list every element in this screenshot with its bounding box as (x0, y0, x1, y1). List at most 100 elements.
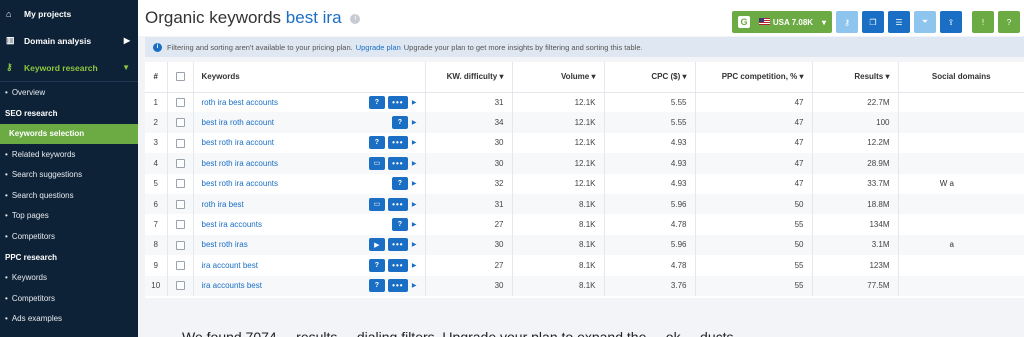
row-checkbox[interactable] (175, 199, 185, 209)
info-side-button[interactable]: ? (998, 11, 1020, 33)
more-options-icon[interactable]: ••• (387, 156, 408, 170)
row-checkbox-cell[interactable] (167, 214, 194, 235)
row-checkbox[interactable] (175, 159, 185, 169)
ppc-cell: 47 (695, 173, 813, 194)
alert-button[interactable]: ! (972, 11, 994, 33)
more-options-icon[interactable]: ••• (387, 279, 408, 293)
export-button[interactable]: ⇪ (940, 11, 962, 33)
row-checkbox[interactable] (175, 98, 185, 108)
question-icon[interactable]: ? (368, 136, 385, 150)
col-volume[interactable]: Volume (512, 62, 605, 93)
footer-text: We found 7074 ... results ... dialing fi… (182, 329, 734, 337)
keyword-link[interactable]: best roth ira accounts (202, 159, 366, 168)
keyword-link[interactable]: best roth ira accounts (202, 179, 389, 188)
row-checkbox-cell[interactable] (167, 234, 194, 256)
row-checkbox[interactable] (175, 138, 185, 148)
sidebar-item-overview[interactable]: • Overview (0, 82, 138, 103)
region-label: USA 7.08K (772, 17, 814, 27)
keyword-link[interactable]: ira account best (202, 261, 366, 270)
question-icon[interactable]: ? (391, 116, 408, 130)
row-checkbox-cell[interactable] (167, 193, 194, 215)
row-checkbox[interactable] (175, 261, 185, 271)
copy-button[interactable]: ❐ (862, 11, 884, 33)
row-checkbox-cell[interactable] (167, 112, 194, 133)
info-icon[interactable]: i (350, 13, 361, 24)
sidebar-item-related-keywords[interactable]: • Related keywords (0, 144, 138, 165)
columns-button[interactable]: ☰ (888, 11, 910, 33)
row-checkbox-cell[interactable] (167, 275, 194, 296)
question-icon[interactable]: ? (368, 258, 385, 272)
more-options-icon[interactable]: ••• (387, 197, 408, 211)
sidebar-item-search-suggestions[interactable]: • Search suggestions (0, 165, 138, 186)
keyword-link[interactable]: best ira accounts (202, 220, 389, 229)
sidebar-item-search-questions[interactable]: • Search questions (0, 185, 138, 206)
expand-arrow-icon[interactable]: ▶ (412, 99, 417, 106)
sidebar-item-keywords-selection[interactable]: Keywords selection (0, 123, 138, 144)
keyword-link[interactable]: best roth ira account (202, 138, 366, 147)
keyword-link[interactable]: best roth iras (202, 240, 366, 249)
results-cell: 123M (812, 255, 899, 276)
sidebar-item-keyword-research[interactable]: ⚷ Keyword research ▼ (0, 54, 138, 81)
more-options-icon[interactable]: ••• (387, 238, 408, 252)
table-row: 8 best roth iras ▶ ••• ▶ 30 8.1K 5.96 50 3.1M a (145, 234, 1024, 256)
col-difficulty[interactable]: KW. difficulty (425, 62, 513, 93)
row-checkbox-cell[interactable] (167, 153, 194, 174)
row-checkbox-cell[interactable] (167, 255, 194, 276)
info-icon: ? (1006, 17, 1012, 27)
sidebar-item-top-pages[interactable]: • Top pages (0, 206, 138, 227)
row-checkbox-cell[interactable] (167, 173, 194, 194)
row-checkbox[interactable] (175, 179, 185, 189)
expand-arrow-icon[interactable]: ▶ (412, 201, 417, 208)
main-content: Organic keywords best ira i G USA 7.08K … (138, 0, 1024, 337)
keyword-cell: roth ira best accounts? ••• ▶ (193, 92, 426, 113)
col-ppc[interactable]: PPC competition, % (695, 62, 813, 93)
keyword-link[interactable]: roth ira best (202, 200, 366, 209)
keyword-cell: roth ira best ▭ ••• ▶ (193, 193, 426, 215)
row-checkbox[interactable] (175, 220, 185, 230)
sidebar-item-ads-examples[interactable]: • Ads examples (0, 309, 138, 330)
expand-arrow-icon[interactable]: ▶ (412, 160, 417, 167)
more-options-icon[interactable]: ••• (387, 95, 408, 109)
keyword-link[interactable]: best ira roth account (202, 118, 389, 127)
more-options-icon[interactable]: ••• (387, 136, 408, 150)
question-icon[interactable]: ? (368, 279, 385, 293)
row-checkbox[interactable] (175, 281, 185, 291)
filter-button[interactable]: ⏷ (914, 11, 936, 33)
expand-arrow-icon[interactable]: ▶ (412, 221, 417, 228)
expand-arrow-icon[interactable]: ▶ (412, 262, 417, 269)
social-domains-cell (898, 153, 1024, 174)
select-all-checkbox[interactable] (175, 72, 185, 82)
region-select-button[interactable]: G USA 7.08K ▾ (732, 11, 832, 33)
expand-arrow-icon[interactable]: ▶ (412, 241, 417, 248)
row-checkbox-cell[interactable] (167, 92, 194, 113)
question-icon[interactable]: ? (391, 177, 408, 191)
ad-icon[interactable]: ▭ (368, 197, 385, 211)
row-checkbox-cell[interactable] (167, 132, 194, 154)
col-select-all[interactable] (167, 62, 194, 93)
upgrade-plan-link[interactable]: Upgrade plan (356, 43, 401, 52)
sidebar-item-domain-analysis[interactable]: ▥ Domain analysis ▶ (0, 27, 138, 54)
expand-arrow-icon[interactable]: ▶ (412, 180, 417, 187)
more-options-icon[interactable]: ••• (387, 258, 408, 272)
question-icon[interactable]: ? (368, 95, 385, 109)
sidebar-item-competitors[interactable]: • Competitors (0, 226, 138, 247)
keyword-link[interactable]: ira accounts best (202, 281, 366, 290)
col-cpc[interactable]: CPC ($) (604, 62, 696, 93)
sidebar-item-my-projects[interactable]: ⌂ My projects (0, 0, 138, 27)
row-checkbox[interactable] (175, 118, 185, 128)
keyword-link[interactable]: roth ira best accounts (202, 98, 366, 107)
question-icon[interactable]: ? (391, 218, 408, 232)
row-checkbox[interactable] (175, 240, 185, 250)
expand-arrow-icon[interactable]: ▶ (412, 139, 417, 146)
video-icon[interactable]: ▶ (368, 238, 385, 252)
sidebar-item-ppc-keywords[interactable]: • Keywords (0, 268, 138, 289)
table-row: 4 best roth ira accounts ▭ ••• ▶ 30 12.1K 4.93 4… (145, 153, 1024, 174)
difficulty-cell: 31 (425, 193, 513, 215)
col-keywords[interactable]: Keywords (193, 62, 426, 93)
col-results[interactable]: Results (812, 62, 899, 93)
expand-arrow-icon[interactable]: ▶ (412, 282, 417, 289)
key-button[interactable]: ⚷ (836, 11, 858, 33)
expand-arrow-icon[interactable]: ▶ (412, 119, 417, 126)
ad-icon[interactable]: ▭ (368, 156, 385, 170)
sidebar-item-ppc-competitors[interactable]: • Competitors (0, 288, 138, 309)
